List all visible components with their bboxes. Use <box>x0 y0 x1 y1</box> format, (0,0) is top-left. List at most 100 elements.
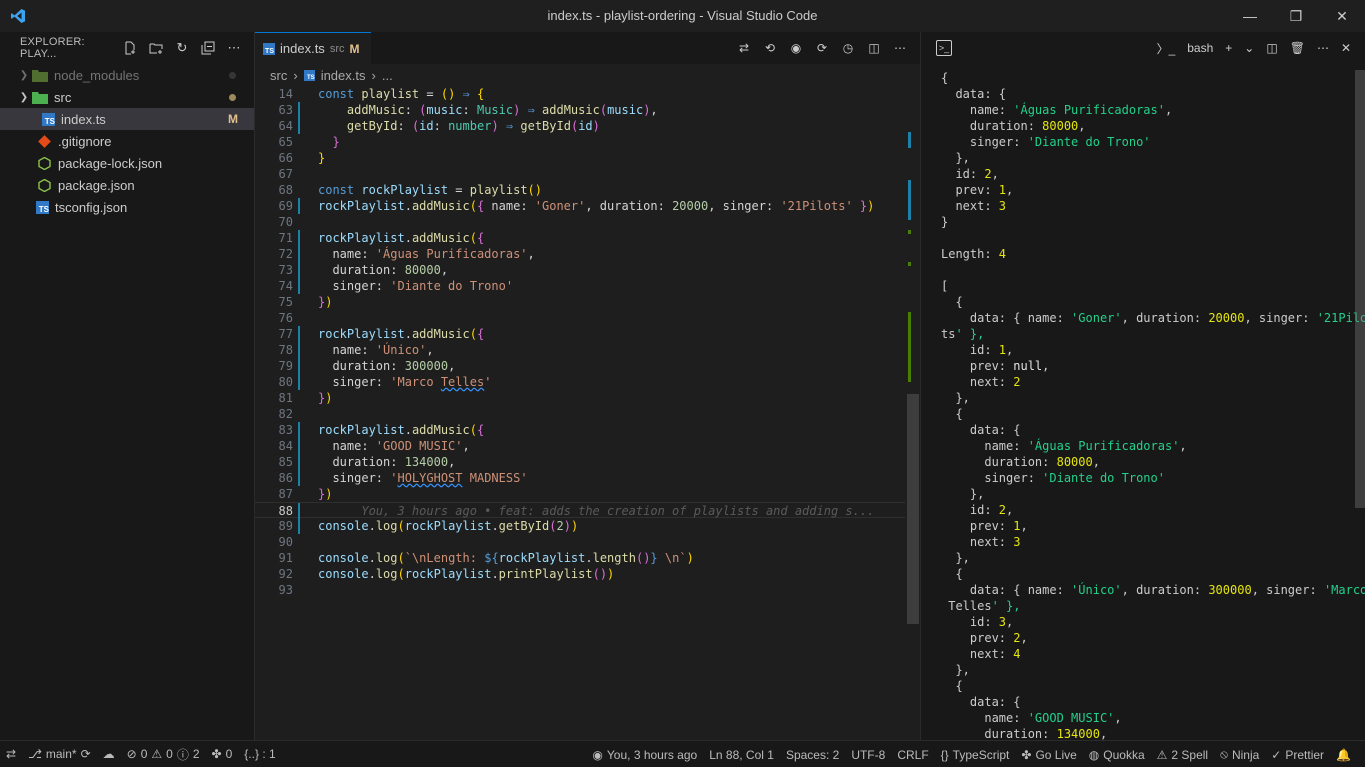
terminal-line: data: { <box>941 87 1007 101</box>
breadcrumb-src[interactable]: src <box>270 68 287 83</box>
tree-item-src[interactable]: ❯ src <box>0 86 254 108</box>
terminal-line: { <box>941 567 963 581</box>
more-actions-icon[interactable]: ⋯ <box>892 40 908 56</box>
code-line: 85 duration: 134000, <box>278 454 456 470</box>
bell-icon[interactable]: 🔔 <box>1330 748 1357 762</box>
close-panel-icon[interactable]: ✕ <box>1341 41 1351 55</box>
language-mode[interactable]: {} TypeScript <box>935 748 1016 762</box>
terminal-line: next: 4 <box>941 647 1021 661</box>
code-line: 89 console.log(rockPlaylist.getById(2)) <box>278 518 579 534</box>
tab-index-ts[interactable]: TS index.ts src M <box>255 32 372 64</box>
bracket-info[interactable]: {..} : 1 <box>238 747 281 761</box>
terminal-line: next: 2 <box>941 375 1021 389</box>
git-compare-icon[interactable]: ⇄ <box>736 40 752 56</box>
encoding[interactable]: UTF-8 <box>845 748 891 762</box>
more-actions-icon[interactable]: ⋯ <box>1317 41 1329 55</box>
branch-item[interactable]: ⎇ main* ⟳ <box>22 747 97 761</box>
terminal-scrollbar[interactable] <box>1355 70 1365 508</box>
tree-item-node-modules[interactable]: ❯ node_modules <box>0 64 254 86</box>
modified-badge: M <box>228 112 238 126</box>
typescript-file-icon: TS <box>42 112 55 126</box>
chevron-down-icon[interactable]: ⌄ <box>1244 41 1254 55</box>
status-dot <box>229 93 236 101</box>
terminal-line: data: { <box>941 695 1021 709</box>
terminal-icon[interactable]: >_ <box>936 40 952 56</box>
tab-label: index.ts <box>280 41 325 56</box>
terminal-output[interactable]: { data: { name: 'Águas Purificadoras', d… <box>941 70 1365 742</box>
terminal-line: ts' }, <box>941 327 985 341</box>
git-commit-icon[interactable]: ◉ <box>788 40 804 56</box>
tree-item-label: .gitignore <box>58 133 112 149</box>
cloud-sync-icon[interactable]: ☁ <box>97 747 121 761</box>
tree-item-tsconfig[interactable]: TS tsconfig.json <box>0 196 254 218</box>
trash-icon[interactable]: 🗑 <box>1290 41 1305 55</box>
code-line: 90 <box>278 535 293 549</box>
terminal-line: { <box>941 295 963 309</box>
tree-item-label: node_modules <box>54 67 140 83</box>
go-forward-change-icon[interactable]: ⟳ <box>814 40 830 56</box>
problems-item[interactable]: ⊘ 0 ⚠ 0 ⓘ 2 <box>121 746 206 763</box>
terminal-shell-icon[interactable]: 〉_ <box>1157 40 1176 57</box>
tree-item-package-json[interactable]: package.json <box>0 174 254 196</box>
status-bar: ⇄ ⎇ main* ⟳ ☁ ⊘ 0 ⚠ 0 ⓘ 2 ✤ 0 {..} : 1 ◉ You,… <box>0 740 1365 767</box>
quokka-item[interactable]: ◍ Quokka <box>1083 748 1151 762</box>
code-editor[interactable]: 14 const playlist = () ⇒ { 63 addMusic: (… <box>255 86 905 606</box>
indentation[interactable]: Spaces: 2 <box>780 748 845 762</box>
code-line: 78 name: 'Único', <box>278 342 434 358</box>
end-of-line[interactable]: CRLF <box>891 748 934 762</box>
timeline-icon[interactable]: ◷ <box>840 40 856 56</box>
go-back-change-icon[interactable]: ⟲ <box>762 40 778 56</box>
editor-group: TS index.ts src M ⇄ ⟲ ◉ ⟳ ◷ ◫ ⋯ src › TS… <box>255 32 920 740</box>
new-folder-icon[interactable] <box>146 38 166 58</box>
code-line: 70 <box>278 215 293 229</box>
info-icon: ⓘ <box>176 747 189 762</box>
minimize-button[interactable]: — <box>1227 0 1273 32</box>
ports-item[interactable]: ✤ 0 <box>206 747 239 761</box>
terminal-shell-label[interactable]: bash <box>1187 41 1213 55</box>
warning-icon: ⚠ <box>1156 747 1168 762</box>
restore-button[interactable]: ❐ <box>1273 0 1319 32</box>
explorer-title: EXPLORER: PLAY... <box>20 36 85 60</box>
more-actions-icon[interactable]: ⋯ <box>224 38 244 58</box>
terminal-line: data: { <box>941 423 1021 437</box>
branch-label: main* <box>45 747 77 761</box>
close-window-button[interactable]: ✕ <box>1319 0 1365 32</box>
add-terminal-icon[interactable]: + <box>1225 41 1232 55</box>
breadcrumb-file[interactable]: index.ts <box>321 68 366 83</box>
tab-bar: TS index.ts src M ⇄ ⟲ ◉ ⟳ ◷ ◫ ⋯ <box>255 32 920 64</box>
tree-item-index-ts[interactable]: TS index.ts M <box>0 108 254 130</box>
terminal-panel: >_ 〉_ bash + ⌄ ◫ 🗑 ⋯ ✕ { data: { name: '… <box>920 32 1365 742</box>
cursor-position[interactable]: Ln 88, Col 1 <box>703 748 780 762</box>
terminal-line: }, <box>941 391 970 405</box>
chevron-right-icon: ❯ <box>19 69 29 81</box>
breadcrumb-symbol[interactable]: ... <box>382 68 393 83</box>
blame-item[interactable]: ◉ You, 3 hours ago <box>586 748 703 762</box>
vscode-logo-icon[interactable] <box>0 0 36 32</box>
explorer-sidebar: EXPLORER: PLAY... ↻ ⋯ ❯ node_modules ❯ s… <box>0 32 255 740</box>
terminal-line: Telles' }, <box>941 599 1021 613</box>
split-terminal-icon[interactable]: ◫ <box>1266 41 1277 55</box>
collapse-all-icon[interactable] <box>198 38 218 58</box>
terminal-line: duration: 80000, <box>941 119 1086 133</box>
new-file-icon[interactable] <box>120 38 140 58</box>
remote-icon[interactable]: ⇄ <box>0 747 22 761</box>
terminal-line: next: 3 <box>941 535 1021 549</box>
window-title: index.ts - playlist-ordering - Visual St… <box>547 8 818 23</box>
spell-item[interactable]: ⚠ 2 Spell <box>1151 748 1214 762</box>
tree-item-package-lock[interactable]: package-lock.json <box>0 152 254 174</box>
code-line: 71 rockPlaylist.addMusic({ <box>278 230 485 246</box>
code-line: 91 console.log(`\nLength: ${rockPlaylist.… <box>278 551 694 565</box>
terminal-line: singer: 'Diante do Trono' <box>941 471 1165 485</box>
tree-item-gitignore[interactable]: .gitignore <box>0 130 254 152</box>
terminal-line: }, <box>941 151 970 165</box>
editor-scrollbar[interactable] <box>907 394 919 624</box>
go-live-item[interactable]: ✤ Go Live <box>1015 748 1082 762</box>
tab-dir: src <box>329 42 345 55</box>
refresh-icon[interactable]: ↻ <box>172 38 192 58</box>
prettier-item[interactable]: ✓ Prettier <box>1265 748 1330 762</box>
code-line: 79 duration: 300000, <box>278 358 456 374</box>
chevron-down-icon: ❯ <box>19 91 29 103</box>
ninja-item[interactable]: ⦸ Ninja <box>1214 747 1265 762</box>
split-editor-icon[interactable]: ◫ <box>866 40 882 56</box>
